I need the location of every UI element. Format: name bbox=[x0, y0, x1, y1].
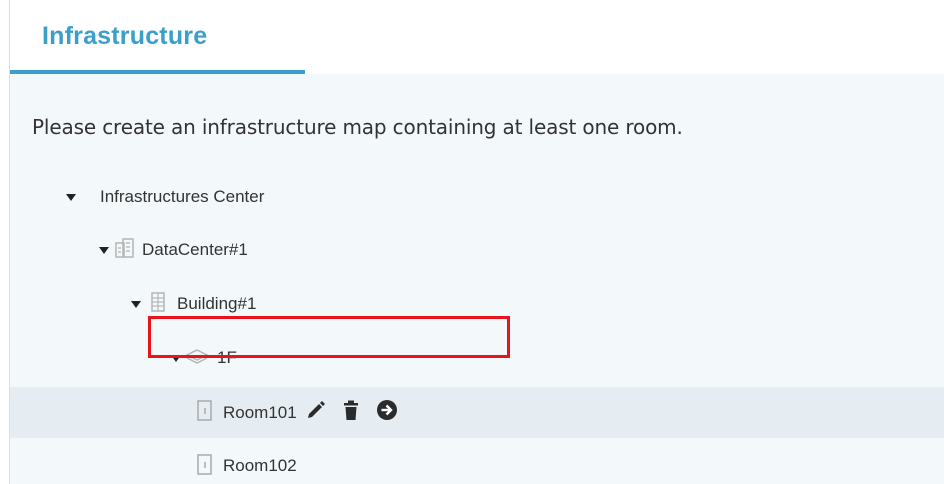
delete-trash-icon[interactable] bbox=[341, 399, 361, 426]
infrastructure-tree: Infrastructures Center DataCenter#1 Buil… bbox=[10, 74, 944, 484]
tree-node-label: Room101 bbox=[223, 402, 297, 422]
highlight-annotation-box bbox=[148, 316, 510, 358]
tree-node-label: DataCenter#1 bbox=[142, 240, 248, 259]
tree-node-room101[interactable]: Room101 bbox=[195, 387, 398, 438]
caret-down-icon[interactable] bbox=[131, 300, 141, 308]
tree-node-room102[interactable]: Room102 bbox=[195, 440, 297, 484]
caret-down-icon[interactable] bbox=[99, 246, 109, 254]
edit-pencil-icon[interactable] bbox=[305, 399, 327, 426]
caret-down-icon[interactable] bbox=[66, 193, 76, 201]
datacenter-icon bbox=[114, 237, 136, 264]
tree-node-label: Room102 bbox=[223, 456, 297, 475]
infrastructure-panel: Please create an infrastructure map cont… bbox=[10, 74, 944, 484]
building-icon bbox=[149, 291, 167, 318]
room-door-icon bbox=[195, 453, 213, 480]
tree-node-label: Building#1 bbox=[177, 294, 257, 313]
tree-node-datacenter[interactable]: DataCenter#1 bbox=[99, 224, 248, 276]
tree-node-label: Infrastructures Center bbox=[100, 187, 265, 206]
selected-row-background bbox=[10, 387, 944, 438]
tab-infrastructure[interactable]: Infrastructure bbox=[42, 22, 207, 51]
room-door-icon bbox=[195, 399, 213, 426]
go-arrow-icon[interactable] bbox=[376, 399, 398, 426]
infrastructure-page: Infrastructure Please create an infrastr… bbox=[0, 0, 944, 484]
tree-node-infrastructures-center[interactable]: Infrastructures Center bbox=[66, 171, 264, 223]
header: Infrastructure bbox=[10, 0, 944, 74]
